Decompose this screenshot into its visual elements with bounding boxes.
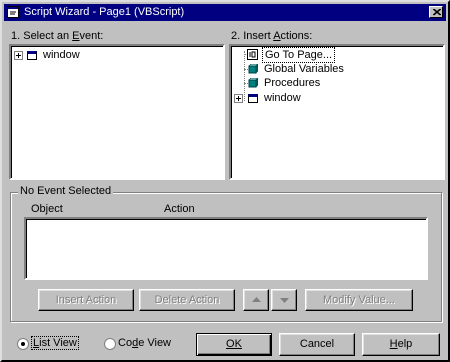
list-view-label[interactable]: List View xyxy=(31,336,79,350)
window-object-icon xyxy=(248,94,258,103)
action-item-global-variables[interactable]: Global Variables xyxy=(233,62,433,76)
window-object-icon xyxy=(27,51,37,60)
code-view-radio[interactable] xyxy=(104,338,116,350)
event-tree[interactable]: window xyxy=(9,44,225,180)
insert-action-button[interactable]: Insert Action xyxy=(38,289,134,311)
delete-action-button[interactable]: Delete Action xyxy=(139,289,235,311)
move-down-button[interactable] xyxy=(271,289,297,311)
action-item-label: Global Variables xyxy=(264,63,344,75)
close-button[interactable] xyxy=(429,6,443,18)
expand-icon[interactable] xyxy=(234,94,243,103)
help-button[interactable]: Help xyxy=(362,333,440,356)
action-item-go-to-page[interactable]: Go To Page... xyxy=(233,47,433,63)
action-item-label: Procedures xyxy=(264,77,321,89)
expand-icon[interactable] xyxy=(14,51,23,60)
cancel-button[interactable]: Cancel xyxy=(279,333,355,356)
title-bar[interactable]: Script Wizard - Page1 (VBScript) xyxy=(4,4,446,21)
event-tree-item-window[interactable]: window xyxy=(13,48,213,62)
insert-actions-label: 2. Insert Actions: xyxy=(231,30,313,42)
column-header-object: Object xyxy=(31,203,63,215)
ok-button[interactable]: OK xyxy=(196,333,272,356)
code-view-label[interactable]: Code View xyxy=(118,337,171,349)
script-wizard-window: Script Wizard - Page1 (VBScript) 1. Sele… xyxy=(0,0,450,362)
script-wizard-icon xyxy=(7,6,19,18)
window-title: Script Wizard - Page1 (VBScript) xyxy=(24,6,185,18)
action-item-label: window xyxy=(264,92,301,104)
close-icon xyxy=(433,9,441,16)
action-item-procedures[interactable]: Procedures xyxy=(233,76,433,90)
go-to-page-icon xyxy=(247,49,258,63)
action-item-window[interactable]: window xyxy=(233,91,433,105)
event-item-label: window xyxy=(43,49,80,61)
action-item-label: Go To Page... xyxy=(262,47,336,63)
procedures-icon xyxy=(248,77,259,91)
select-event-label: 1. Select an Event: xyxy=(11,30,104,42)
action-list[interactable] xyxy=(24,217,428,280)
move-up-button[interactable] xyxy=(243,289,269,311)
action-tree[interactable]: Go To Page... Global Variables Procedure… xyxy=(229,44,445,180)
group-title: No Event Selected xyxy=(18,185,114,197)
list-view-radio[interactable] xyxy=(17,338,29,350)
arrow-down-icon xyxy=(280,298,289,303)
modify-value-button[interactable]: Modify Value... xyxy=(305,289,413,311)
column-header-action: Action xyxy=(164,203,195,215)
arrow-up-icon xyxy=(252,297,261,302)
